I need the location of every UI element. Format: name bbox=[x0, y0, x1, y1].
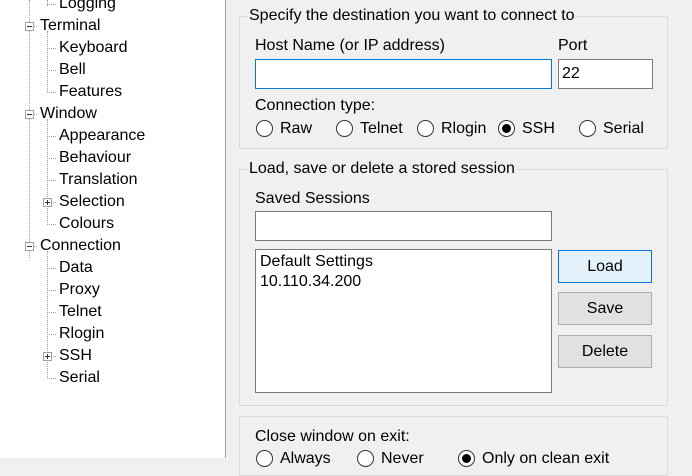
collapse-minus-icon[interactable] bbox=[25, 22, 34, 31]
tree-item-data[interactable]: Data bbox=[0, 257, 225, 279]
tree-item-ssh[interactable]: SSH bbox=[0, 345, 225, 367]
tree-item-label: Terminal bbox=[40, 17, 101, 34]
radio-label: Never bbox=[381, 450, 424, 467]
saved-sessions-input[interactable] bbox=[255, 211, 552, 241]
tree-item-rlogin[interactable]: Rlogin bbox=[0, 323, 225, 345]
sessions-group-title: Load, save or delete a stored session bbox=[248, 159, 516, 179]
tree-item-label: Selection bbox=[59, 193, 125, 210]
load-button[interactable]: Load bbox=[558, 250, 652, 283]
saved-sessions-label: Saved Sessions bbox=[255, 190, 370, 207]
tree-item-label: Telnet bbox=[59, 303, 102, 320]
tree-item-serial[interactable]: Serial bbox=[0, 367, 225, 389]
tree-item-selection[interactable]: Selection bbox=[0, 191, 225, 213]
exit-always-radio[interactable]: Always bbox=[256, 449, 346, 469]
tree-connector bbox=[47, 70, 56, 71]
close-on-exit-label: Close window on exit: bbox=[255, 428, 410, 445]
expand-plus-icon[interactable] bbox=[43, 352, 52, 361]
tree-connector bbox=[47, 268, 56, 269]
tree-item-telnet[interactable]: Telnet bbox=[0, 301, 225, 323]
exit-clean-radio[interactable]: Only on clean exit bbox=[458, 449, 638, 469]
connection-type-label: Connection type: bbox=[255, 97, 376, 114]
radio-circle bbox=[417, 120, 434, 137]
tree-connector bbox=[47, 48, 56, 49]
tree-item-terminal[interactable]: Terminal bbox=[0, 15, 225, 37]
expand-plus-icon[interactable] bbox=[43, 198, 52, 207]
conn-type-raw-radio[interactable]: Raw bbox=[256, 119, 326, 139]
radio-circle-checked bbox=[458, 450, 475, 467]
tree-item-label: Bell bbox=[59, 61, 86, 78]
radio-circle bbox=[256, 120, 273, 137]
port-input[interactable] bbox=[558, 59, 653, 89]
radio-label: Only on clean exit bbox=[482, 450, 610, 467]
tree-item-label: Features bbox=[59, 83, 123, 100]
tree-connector bbox=[47, 4, 56, 5]
save-button[interactable]: Save bbox=[558, 292, 652, 325]
radio-label: SSH bbox=[522, 120, 555, 137]
host-name-input[interactable] bbox=[255, 59, 552, 89]
tree-item-label: Connection bbox=[40, 237, 121, 254]
radio-label: Telnet bbox=[360, 120, 403, 137]
tree-item-bell[interactable]: Bell bbox=[0, 59, 225, 81]
radio-circle-checked bbox=[498, 120, 515, 137]
tree-item-label: Serial bbox=[59, 369, 100, 386]
tree-item-label: Translation bbox=[59, 171, 138, 188]
delete-button[interactable]: Delete bbox=[558, 335, 652, 368]
tree-connector bbox=[47, 224, 56, 225]
radio-circle bbox=[579, 120, 596, 137]
tree-connector bbox=[47, 180, 56, 181]
tree-item-label: Data bbox=[59, 259, 93, 276]
tree-item-behaviour[interactable]: Behaviour bbox=[0, 147, 225, 169]
tree-item-appearance[interactable]: Appearance bbox=[0, 125, 225, 147]
tree-item-window[interactable]: Window bbox=[0, 103, 225, 125]
exit-never-radio[interactable]: Never bbox=[357, 449, 447, 469]
category-tree[interactable]: Logging Terminal Keyboard Bell Features Windo… bbox=[0, 0, 226, 458]
tree-item-keyboard[interactable]: Keyboard bbox=[0, 37, 225, 59]
collapse-minus-icon[interactable] bbox=[25, 110, 34, 119]
saved-sessions-list[interactable]: Default Settings 10.110.34.200 bbox=[255, 249, 552, 393]
radio-circle bbox=[357, 450, 374, 467]
conn-type-ssh-radio[interactable]: SSH bbox=[498, 119, 563, 139]
radio-label: Raw bbox=[280, 120, 313, 137]
tree-connector bbox=[47, 136, 56, 137]
tree-connector bbox=[47, 334, 56, 335]
tree-connector bbox=[47, 290, 56, 291]
radio-label: Rlogin bbox=[441, 120, 487, 137]
radio-label: Always bbox=[280, 450, 331, 467]
tree-item-label: Behaviour bbox=[59, 149, 132, 166]
tree-item-label: Window bbox=[40, 105, 97, 122]
tree-item-label: SSH bbox=[59, 347, 92, 364]
host-name-label: Host Name (or IP address) bbox=[255, 37, 445, 54]
collapse-minus-icon[interactable] bbox=[25, 242, 34, 251]
tree-item-label: Colours bbox=[59, 215, 115, 232]
tree-item-translation[interactable]: Translation bbox=[0, 169, 225, 191]
tree-item-label: Proxy bbox=[59, 281, 100, 298]
radio-circle bbox=[256, 450, 273, 467]
tree-connector bbox=[47, 378, 56, 379]
port-label: Port bbox=[558, 37, 588, 54]
tree-connector bbox=[47, 312, 56, 313]
destination-group-title: Specify the destination you want to conn… bbox=[248, 6, 576, 26]
radio-circle bbox=[336, 120, 353, 137]
tree-item-logging[interactable]: Logging bbox=[0, 0, 225, 15]
tree-item-label: Appearance bbox=[59, 127, 146, 144]
conn-type-rlogin-radio[interactable]: Rlogin bbox=[417, 119, 492, 139]
tree-item-proxy[interactable]: Proxy bbox=[0, 279, 225, 301]
list-item[interactable]: 10.110.34.200 bbox=[260, 272, 361, 292]
tree-item-label: Rlogin bbox=[59, 325, 105, 342]
tree-item-features[interactable]: Features bbox=[0, 81, 225, 103]
tree-item-label: Logging bbox=[59, 0, 116, 12]
list-item[interactable]: Default Settings bbox=[260, 252, 373, 272]
tree-item-label: Keyboard bbox=[59, 39, 128, 56]
tree-connector bbox=[47, 158, 56, 159]
tree-item-connection[interactable]: Connection bbox=[0, 235, 225, 257]
conn-type-serial-radio[interactable]: Serial bbox=[579, 119, 649, 139]
tree-item-colours[interactable]: Colours bbox=[0, 213, 225, 235]
tree-connector bbox=[47, 92, 56, 93]
radio-label: Serial bbox=[603, 120, 644, 137]
conn-type-telnet-radio[interactable]: Telnet bbox=[336, 119, 411, 139]
